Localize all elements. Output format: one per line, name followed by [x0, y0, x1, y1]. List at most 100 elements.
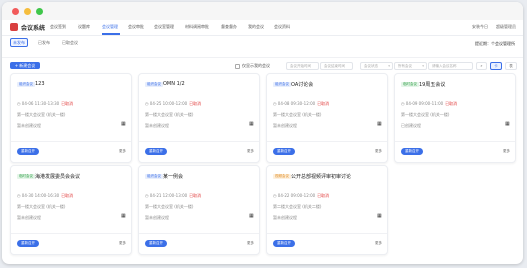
agenda-note: 已创建议程	[401, 123, 421, 128]
meeting-title: 19周五会议	[419, 82, 446, 88]
nav-item-materials[interactable]: 会议资料	[274, 24, 290, 30]
subtab-cancelled[interactable]: 已取会议	[60, 39, 80, 46]
status-value: 会议状态	[364, 64, 378, 68]
reopen-button[interactable]: 重新召开	[17, 148, 39, 155]
meeting-title: OA讨论会	[291, 82, 314, 88]
clock-icon: ◷	[273, 193, 277, 198]
meeting-type-badge: 组织会议	[17, 82, 35, 87]
status-text: 已取消	[189, 193, 202, 198]
subtab-published[interactable]: 已发布	[36, 39, 52, 46]
close-window-button[interactable]	[12, 8, 19, 15]
nav-item-rooms[interactable]: 会议室管理	[154, 24, 174, 30]
more-link[interactable]: 更多	[503, 149, 510, 154]
nav-item-meeting-manage[interactable]: 会议管理	[102, 24, 118, 30]
card-divider	[267, 233, 387, 234]
time-text: 04-25 10:00-12:00	[149, 101, 188, 106]
meeting-card[interactable]: 组织会议 123 ◷ 04-06 11:30-13:30 已取消 第一楼大会议室 …	[10, 73, 132, 163]
meeting-card[interactable]: 组织会议 OA讨论会 ◷ 04-08 09:30-12:00 已取消 第一楼大会议…	[266, 73, 388, 163]
qr-code-icon[interactable]: ▦	[249, 214, 254, 219]
minimize-window-button[interactable]	[24, 8, 31, 15]
user-menu[interactable]: 超级管理员	[496, 24, 516, 30]
card-divider	[11, 141, 131, 142]
qr-code-icon[interactable]: ▦	[377, 122, 382, 127]
card-divider	[395, 141, 515, 142]
meeting-card[interactable]: 视频会议 公开总部视频评审初审讨论 ◷ 04-22 09:00-12:00 已取消…	[266, 165, 388, 255]
nav-item-my-meetings[interactable]: 我的会议	[248, 24, 264, 30]
meeting-room: 第二楼大会议室 (机关二楼)	[273, 204, 322, 209]
end-time-value: 会议结束时间	[324, 64, 345, 68]
status-text: 已取消	[317, 193, 330, 198]
reopen-button[interactable]: 重新召开	[273, 148, 295, 155]
manager-summary: 提近期：个会议管理所	[475, 41, 515, 46]
new-meeting-button[interactable]: + 新建会议	[10, 62, 40, 69]
card-divider	[139, 141, 259, 142]
nav-item-supervise[interactable]: 督查督办	[221, 24, 237, 30]
clock-icon: ◷	[273, 101, 277, 106]
qr-code-icon[interactable]: ▦	[505, 122, 510, 127]
agenda-note: 暂未创建议程	[273, 123, 297, 128]
meeting-time: ◷ 04-22 09:00-12:00 已取消	[273, 193, 329, 199]
clock-icon: ◷	[401, 101, 405, 106]
meeting-time: ◷ 04-25 10:00-12:00 已取消	[145, 101, 201, 107]
time-text: 04-08 09:30-12:00	[277, 101, 316, 106]
search-input[interactable]: 请输入会议名称	[428, 62, 473, 70]
meeting-card[interactable]: 组织会议 OMN 1/2 ◷ 04-25 10:00-12:00 已取消 第一楼大…	[138, 73, 260, 163]
status-text: 已取消	[61, 193, 74, 198]
more-link[interactable]: 更多	[247, 149, 254, 154]
status-text: 已取消	[445, 101, 458, 106]
meeting-time: ◷ 04-09 09:00-11:00 已取消	[401, 101, 457, 107]
status-select[interactable]: 会议状态 ▾	[360, 62, 393, 70]
more-link[interactable]: 更多	[119, 241, 126, 246]
more-link[interactable]: 更多	[247, 241, 254, 246]
meeting-title: 某一例会	[163, 174, 184, 180]
reopen-button[interactable]: 重新召开	[273, 240, 295, 247]
meeting-card[interactable]: 临时会议 海港发展委员会会议 ◷ 04-30 14:00-16:30 已取消 第一…	[10, 165, 132, 255]
more-link[interactable]: 更多	[375, 241, 382, 246]
start-time-value: 会议开始时间	[290, 64, 311, 68]
qr-code-icon[interactable]: ▦	[377, 214, 382, 219]
card-divider	[139, 233, 259, 234]
reopen-button[interactable]: 重新召开	[401, 148, 423, 155]
reopen-button[interactable]: 重新召开	[17, 240, 39, 247]
logo-icon	[10, 23, 18, 31]
time-text: 04-21 12:00-13:00	[149, 193, 188, 198]
nav-active-indicator	[102, 33, 120, 35]
meeting-room: 第一楼大会议室 (机关一楼)	[145, 112, 194, 117]
end-time-select[interactable]: 会议结束时间	[320, 62, 353, 70]
search-icon[interactable]: ⌕	[476, 62, 487, 70]
start-time-select[interactable]: 会议开始时间	[286, 62, 319, 70]
reopen-button[interactable]: 重新召开	[145, 240, 167, 247]
meeting-time: ◷ 04-30 14:00-16:30 已取消	[17, 193, 73, 199]
agenda-note: 暂未创建议程	[145, 215, 169, 220]
only-mine-label: 仅显示我的会议	[242, 63, 270, 68]
more-link[interactable]: 更多	[375, 149, 382, 154]
subtab-unpublished[interactable]: 未发布	[10, 38, 28, 47]
reopen-button[interactable]: 重新召开	[145, 148, 167, 155]
time-text: 04-22 09:00-12:00	[277, 193, 316, 198]
filter-bar: + 新建会议 仅显示我的会议 会议开始时间 会议结束时间 会议状态 ▾ 所有会议 ▾…	[2, 57, 523, 72]
meeting-type-badge: 临时会议	[401, 82, 419, 87]
nav-item-approval[interactable]: 会议审批	[128, 24, 144, 30]
meeting-room: 第一楼大会议室 (机关一楼)	[145, 204, 194, 209]
scope-select[interactable]: 所有会议 ▾	[394, 62, 427, 70]
meeting-card[interactable]: 组织会议 某一例会 ◷ 04-21 12:00-13:00 已取消 第一楼大会议室…	[138, 165, 260, 255]
status-subtabs: 未发布 已发布 已取会议 提近期：个会议管理所	[2, 36, 523, 49]
only-mine-checkbox[interactable]	[235, 64, 240, 69]
meeting-card[interactable]: 临时会议 19周五会议 ◷ 04-09 09:00-11:00 已取消 第一楼大会…	[394, 73, 516, 163]
maximize-window-button[interactable]	[36, 8, 43, 15]
meeting-room: 第一楼大会议室 (机关一楼)	[17, 204, 66, 209]
agenda-note: 暂未创建议程	[273, 215, 297, 220]
nav-item-checkin[interactable]: 会议签到	[50, 24, 66, 30]
meeting-time: ◷ 04-21 12:00-13:00 已取消	[145, 193, 201, 199]
nav-item-material-approval[interactable]: 材料调阅审批	[185, 24, 209, 30]
status-text: 已取消	[61, 101, 74, 106]
qr-code-icon[interactable]: ▦	[121, 122, 126, 127]
qr-code-icon[interactable]: ▦	[249, 122, 254, 127]
install-today-link[interactable]: 安装今日	[472, 24, 488, 30]
nav-item-topics[interactable]: 议题库	[78, 24, 90, 30]
more-link[interactable]: 更多	[119, 149, 126, 154]
card-view-toggle[interactable]: 卡	[490, 62, 502, 70]
qr-code-icon[interactable]: ▦	[121, 214, 126, 219]
list-view-toggle[interactable]: 表	[505, 62, 517, 70]
time-text: 04-09 09:00-11:00	[405, 101, 444, 106]
